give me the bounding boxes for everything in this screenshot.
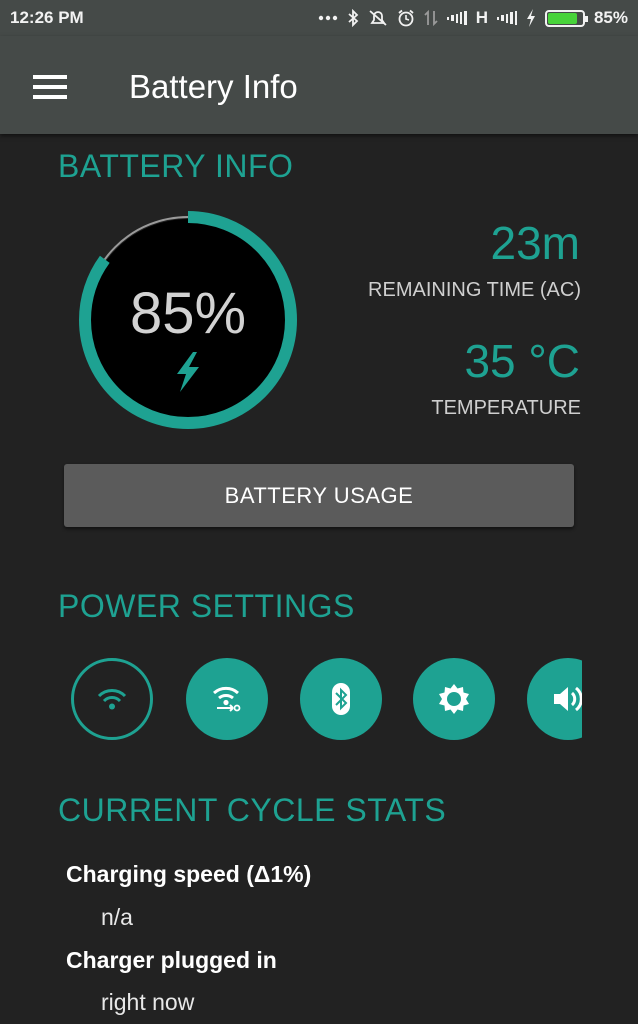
volume-icon bbox=[554, 686, 582, 712]
hotspot-toggle[interactable] bbox=[186, 658, 268, 740]
charging-speed-value: n/a bbox=[101, 904, 133, 930]
brightness-icon bbox=[439, 684, 469, 714]
battery-icon bbox=[544, 9, 588, 27]
section-title-battery-info: BATTERY INFO bbox=[58, 148, 294, 184]
status-bar: 12:26 PM H 85% bbox=[0, 0, 638, 36]
battery-level-text: 85% bbox=[129, 281, 247, 346]
remaining-time-label: REMAINING TIME (AC) bbox=[368, 279, 581, 301]
app-title: Battery Info bbox=[129, 68, 298, 105]
battery-fill bbox=[547, 12, 577, 24]
bluetooth-icon bbox=[332, 683, 350, 715]
battery-gauge: 85% bbox=[78, 210, 298, 430]
charging-bolt-icon bbox=[177, 352, 199, 392]
signal-icon bbox=[496, 11, 517, 25]
app-bar: Battery Info bbox=[0, 36, 638, 134]
wifi-icon bbox=[97, 689, 127, 710]
menu-icon[interactable] bbox=[33, 75, 67, 99]
charging-speed-label: Charging speed (Δ1%) bbox=[66, 861, 312, 887]
power-toggles bbox=[70, 657, 582, 743]
remaining-time-value: 23m bbox=[490, 217, 580, 269]
status-icons: H 85% bbox=[318, 8, 628, 28]
more-dots-icon bbox=[318, 15, 338, 21]
bluetooth-toggle[interactable] bbox=[300, 658, 382, 740]
brightness-toggle[interactable] bbox=[413, 658, 495, 740]
wifi-toggle[interactable] bbox=[71, 658, 153, 740]
battery-percent: 85% bbox=[593, 8, 628, 27]
silent-icon bbox=[368, 9, 388, 27]
temperature-label: TEMPERATURE bbox=[431, 397, 581, 419]
volume-toggle[interactable] bbox=[527, 658, 582, 740]
data-icon bbox=[424, 9, 438, 27]
network-type: H bbox=[475, 8, 488, 27]
temperature-value: 35 °C bbox=[464, 335, 580, 387]
section-title-cycle-stats: CURRENT CYCLE STATS bbox=[58, 792, 447, 828]
section-title-power-settings: POWER SETTINGS bbox=[58, 588, 355, 624]
hotspot-icon bbox=[213, 686, 241, 712]
signal-icon bbox=[446, 11, 467, 25]
charging-icon bbox=[526, 9, 536, 27]
alarm-icon bbox=[397, 9, 415, 27]
bluetooth-icon bbox=[347, 9, 359, 27]
status-time: 12:26 PM bbox=[10, 8, 84, 27]
battery-usage-button[interactable]: BATTERY USAGE bbox=[64, 464, 574, 527]
charger-plugged-value: right now bbox=[101, 989, 195, 1015]
charger-plugged-label: Charger plugged in bbox=[66, 947, 277, 973]
